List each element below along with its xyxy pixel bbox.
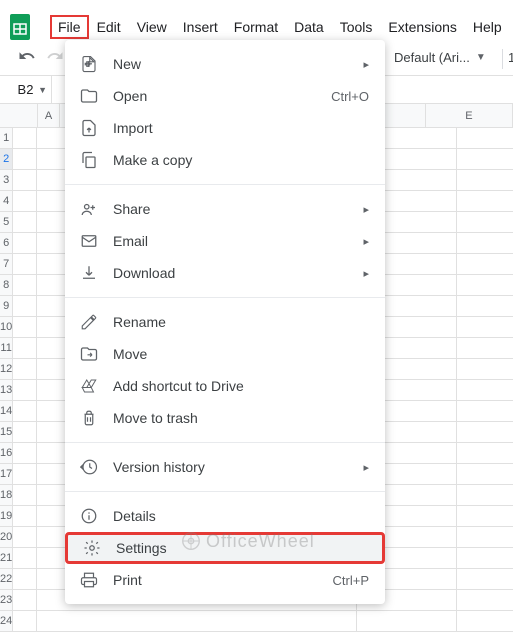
row-header[interactable]: 6 <box>0 233 13 254</box>
cell-row[interactable] <box>13 611 513 632</box>
undo-button[interactable] <box>18 47 36 68</box>
submenu-arrow-icon: ▸ <box>363 58 369 71</box>
email-icon <box>79 232 99 250</box>
row-header[interactable]: 7 <box>0 254 13 275</box>
row-header[interactable]: 5 <box>0 212 13 233</box>
gear-icon <box>82 539 102 557</box>
move-icon <box>79 345 99 363</box>
sheets-logo[interactable] <box>8 15 32 39</box>
chevron-down-icon: ▼ <box>38 85 47 95</box>
row-header[interactable]: 15 <box>0 422 13 443</box>
font-name: Default (Ari... <box>394 50 470 65</box>
font-size[interactable]: 1 <box>508 50 513 65</box>
menu-help[interactable]: Help <box>465 15 510 39</box>
download-icon <box>79 264 99 282</box>
col-header-A[interactable]: A <box>38 104 59 128</box>
menu-item-trash[interactable]: Move to trash <box>65 402 385 434</box>
row-header[interactable]: 1 <box>0 128 13 149</box>
row-header[interactable]: 23 <box>0 590 13 611</box>
menu-item-new[interactable]: New ▸ <box>65 48 385 80</box>
menu-file[interactable]: File <box>50 15 89 39</box>
redo-button[interactable] <box>46 47 64 68</box>
menu-view[interactable]: View <box>129 15 175 39</box>
row-header[interactable]: 3 <box>0 170 13 191</box>
row-header[interactable]: 9 <box>0 296 13 317</box>
folder-icon <box>79 87 99 105</box>
row-header[interactable]: 21 <box>0 548 13 569</box>
submenu-arrow-icon: ▸ <box>363 267 369 280</box>
row-header[interactable]: 22 <box>0 569 13 590</box>
rename-icon <box>79 313 99 331</box>
menu-separator <box>65 184 385 185</box>
row-header[interactable]: 10 <box>0 317 13 338</box>
menu-item-details[interactable]: Details <box>65 500 385 532</box>
submenu-arrow-icon: ▸ <box>363 461 369 474</box>
menu-data[interactable]: Data <box>286 15 332 39</box>
row-header[interactable]: 4 <box>0 191 13 212</box>
drive-shortcut-icon <box>79 377 99 395</box>
menu-edit[interactable]: Edit <box>89 15 129 39</box>
menu-tools[interactable]: Tools <box>332 15 381 39</box>
row-header[interactable]: 20 <box>0 527 13 548</box>
new-doc-icon <box>79 55 99 73</box>
row-header[interactable]: 12 <box>0 359 13 380</box>
shortcut-text: Ctrl+P <box>333 573 369 588</box>
menu-item-make-copy[interactable]: Make a copy <box>65 144 385 176</box>
print-icon <box>79 571 99 589</box>
col-header-E[interactable]: E <box>426 104 513 128</box>
menu-separator <box>65 442 385 443</box>
menu-item-version-history[interactable]: Version history ▸ <box>65 451 385 483</box>
file-menu-dropdown: New ▸ Open Ctrl+O Import Make a copy Sha… <box>65 40 385 604</box>
row-header[interactable]: 11 <box>0 338 13 359</box>
menu-item-open[interactable]: Open Ctrl+O <box>65 80 385 112</box>
share-icon <box>79 200 99 218</box>
import-icon <box>79 119 99 137</box>
menu-separator <box>65 491 385 492</box>
copy-icon <box>79 151 99 169</box>
row-header[interactable]: 24 <box>0 611 13 632</box>
menu-item-share[interactable]: Share ▸ <box>65 193 385 225</box>
menu-insert[interactable]: Insert <box>175 15 226 39</box>
menu-item-email[interactable]: Email ▸ <box>65 225 385 257</box>
name-box[interactable]: B2 ▼ <box>0 76 52 103</box>
row-header[interactable]: 14 <box>0 401 13 422</box>
menu-item-add-shortcut[interactable]: Add shortcut to Drive <box>65 370 385 402</box>
shortcut-text: Ctrl+O <box>331 89 369 104</box>
row-header[interactable]: 8 <box>0 275 13 296</box>
row-header[interactable]: 18 <box>0 485 13 506</box>
menu-item-download[interactable]: Download ▸ <box>65 257 385 289</box>
history-icon <box>79 458 99 476</box>
font-selector[interactable]: Default (Ari... ▼ <box>394 50 486 65</box>
submenu-arrow-icon: ▸ <box>363 235 369 248</box>
menu-item-print[interactable]: Print Ctrl+P <box>65 564 385 596</box>
row-header[interactable]: 13 <box>0 380 13 401</box>
chevron-down-icon: ▼ <box>476 52 486 63</box>
trash-icon <box>79 409 99 427</box>
menu-extensions[interactable]: Extensions <box>380 15 464 39</box>
row-header[interactable]: 19 <box>0 506 13 527</box>
toolbar-separator <box>502 49 503 69</box>
submenu-arrow-icon: ▸ <box>363 203 369 216</box>
menu-item-settings[interactable]: Settings <box>65 532 385 564</box>
row-header[interactable]: 2 <box>0 149 13 170</box>
menu-separator <box>65 297 385 298</box>
info-icon <box>79 507 99 525</box>
row-header[interactable]: 16 <box>0 443 13 464</box>
menu-item-move[interactable]: Move <box>65 338 385 370</box>
select-all-corner[interactable] <box>0 104 38 128</box>
menu-item-rename[interactable]: Rename <box>65 306 385 338</box>
row-header[interactable]: 17 <box>0 464 13 485</box>
menu-item-import[interactable]: Import <box>65 112 385 144</box>
menu-format[interactable]: Format <box>226 15 286 39</box>
menubar: File Edit View Insert Format Data Tools … <box>0 14 513 40</box>
